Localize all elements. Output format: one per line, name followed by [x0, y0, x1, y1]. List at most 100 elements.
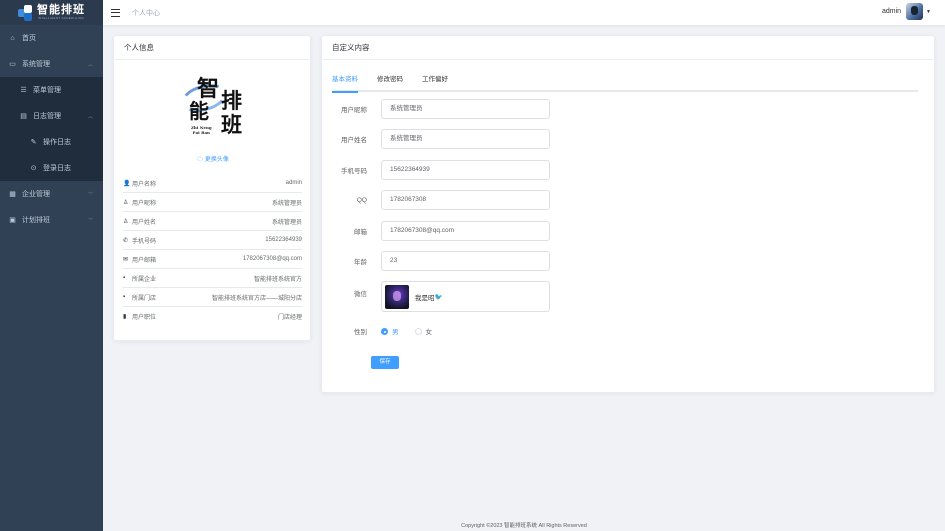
list-item: ♙ 用户昵称 系统管理员 [123, 193, 302, 212]
app-logo[interactable]: 智能排班 INTELLIGENT SCHEDULING [0, 0, 103, 25]
info-value: 门店经理 [277, 315, 302, 321]
email-label: 邮箱 [354, 229, 367, 236]
username: admin [881, 8, 902, 15]
home-icon: ⌂ [10, 34, 15, 42]
profile-info-list: 👤 用户名称 admin ♙ 用户昵称 系统管理员 ♙ 用户姓名 系统管理员 ✆ 手机号… [123, 174, 302, 326]
monitor-icon: ▭ [9, 61, 16, 68]
wechat-card[interactable]: 我是昭 🐦 [381, 281, 550, 312]
chevron-up-icon: ︿ [87, 113, 93, 120]
list-item: ▪ 所属企业 智能排班系统官方 [123, 269, 302, 288]
form-row-nickname: 用户昵称 系统管理员 [332, 99, 550, 119]
sidebar: 智能排班 INTELLIGENT SCHEDULING ⌂ 首页 ▭ 系统管理 … [0, 0, 103, 531]
avatar-pinyin-line: Pai Ban [192, 130, 210, 135]
qq-label: QQ [356, 196, 367, 204]
form-row-gender: 性别 男 女 [332, 326, 448, 336]
info-label: 用户姓名 [132, 219, 157, 226]
sidebar-item-logininfor[interactable]: ⊙ 登录日志 [0, 155, 103, 181]
sidebar-item-logs[interactable]: ▤ 日志管理 ︿ [0, 103, 103, 129]
profile-avatar[interactable]: 智 排 能 班 Zhi Neng Pai Ban [177, 71, 252, 143]
qq-input[interactable]: 1782067308 [381, 190, 550, 210]
gender-male-label: 男 [392, 329, 399, 336]
tab-basic-info[interactable]: 基本资料 [332, 69, 358, 93]
app-title: 智能排班 [37, 3, 85, 16]
form-row-email: 邮箱 1782067308@qq.com [332, 221, 550, 241]
nickname-input[interactable]: 系统管理员 [381, 99, 550, 119]
info-label: 用户邮箱 [132, 257, 157, 264]
sidebar-item-system[interactable]: ▭ 系统管理 ︿ [0, 51, 103, 77]
avatar[interactable] [906, 3, 924, 20]
list-item: ♙ 用户姓名 系统管理员 [123, 212, 302, 231]
info-label: 所属企业 [132, 276, 157, 283]
wechat-avatar [385, 284, 409, 309]
sidebar-item-schedule[interactable]: ▣ 计划排班 ﹀ [0, 207, 103, 233]
sidebar-item-label: 日志管理 [33, 113, 61, 120]
sidebar-item-label: 计划排班 [22, 217, 50, 224]
chevron-down-icon: ﹀ [87, 191, 93, 198]
chevron-up-icon: ︿ [87, 61, 93, 68]
sidebar-item-menu[interactable]: ☰ 菜单管理 [0, 77, 103, 103]
avatar-pinyin: Zhi Neng Pai Ban [191, 125, 212, 135]
footer-copyright: Copyright ©2023 智能排班系统 All Rights Reserv… [461, 523, 587, 529]
gender-female-label: 女 [425, 329, 433, 336]
info-value: 智能排班系统官方店——城阳分店 [211, 295, 302, 302]
info-value: admin [285, 180, 302, 186]
breadcrumb[interactable]: 个人中心 [132, 8, 160, 18]
radio-dot [381, 327, 388, 335]
sidebar-item-company[interactable]: ▦ 企业管理 ﹀ [0, 181, 103, 207]
save-button[interactable]: 保存 [371, 356, 399, 369]
user-icon: 👤 [123, 180, 131, 187]
logininfor-icon: ⊙ [30, 165, 37, 172]
tab-work-preference[interactable]: 工作偏好 [422, 69, 448, 91]
tab-change-password[interactable]: 修改密码 [377, 69, 403, 91]
tabs: 基本资料 修改密码 工作偏好 [332, 69, 918, 93]
sidebar-item-label: 企业管理 [22, 191, 50, 198]
sidebar-item-label: 登录日志 [43, 165, 71, 172]
custom-content-card: 自定义内容 基本资料 修改密码 工作偏好 用户昵称 系统管理员 用户姓名 系统管… [321, 35, 935, 393]
chart-icon: ▮ [123, 314, 127, 320]
user-dropdown[interactable]: admin ▼ [882, 3, 931, 20]
gender-male-radio[interactable]: 男 [381, 326, 399, 336]
realname-input[interactable]: 系统管理员 [381, 129, 550, 149]
info-label: 用户昵称 [132, 200, 157, 207]
form-row-phone: 手机号码 15622364939 [332, 160, 550, 180]
age-input[interactable]: 23 [381, 251, 550, 271]
info-label: 用户名称 [132, 181, 157, 188]
gender-female-radio[interactable]: 女 [414, 326, 433, 336]
info-value: 智能排班系统官方 [253, 276, 302, 283]
phone-label: 手机号码 [341, 168, 367, 175]
list-item: ▮ 用户职位 门店经理 [123, 307, 302, 326]
info-value: 系统管理员 [271, 200, 302, 207]
form-row-qq: QQ 1782067308 [332, 190, 550, 210]
wechat-emoji: 🐦 [434, 293, 443, 301]
user-outline-icon: ♙ [123, 199, 129, 206]
email-input[interactable]: 1782067308@qq.com [381, 221, 550, 241]
form-icon: ✎ [30, 139, 37, 146]
sidebar-item-label: 首页 [22, 35, 36, 42]
sidebar-item-operlog[interactable]: ✎ 操作日志 [0, 129, 103, 155]
sidebar-item-home[interactable]: ⌂ 首页 [0, 25, 103, 51]
hamburger-icon[interactable] [111, 8, 120, 17]
nickname-label: 用户昵称 [341, 107, 367, 114]
sidebar-item-label: 操作日志 [43, 139, 71, 146]
change-avatar-link[interactable]: ☁ 更换头像 [114, 154, 312, 163]
sidebar-item-label: 菜单管理 [33, 87, 61, 94]
radio-dot [414, 327, 422, 335]
email-icon: ✉ [123, 256, 129, 263]
chevron-down-icon: ﹀ [87, 217, 93, 224]
info-value: 系统管理员 [271, 219, 302, 226]
phone-input[interactable]: 15622364939 [381, 160, 550, 180]
app-subtitle: INTELLIGENT SCHEDULING [37, 15, 85, 20]
form-row-age: 年龄 23 [332, 251, 550, 271]
info-value: 15622364939 [265, 237, 302, 243]
form-row-realname: 用户姓名 系统管理员 [332, 129, 550, 149]
top-navbar: 个人中心 admin ▼ [103, 0, 945, 25]
list-item: ✆ 手机号码 15622364939 [123, 231, 302, 250]
gender-label: 性别 [354, 329, 367, 336]
caret-down-icon: ▼ [926, 8, 931, 15]
building-icon: ▦ [9, 191, 16, 198]
info-label: 用户职位 [132, 315, 157, 321]
wechat-label: 微信 [354, 291, 367, 298]
change-avatar-label: 更换头像 [204, 157, 229, 163]
info-label: 手机号码 [132, 238, 157, 245]
avatar-char: 班 [221, 112, 242, 137]
